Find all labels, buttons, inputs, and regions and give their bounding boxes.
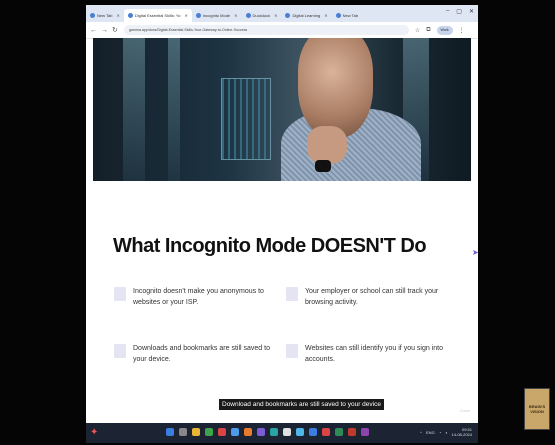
item-text: Websites can still identify you if you s…: [305, 345, 443, 363]
back-icon[interactable]: ←: [90, 27, 97, 34]
hero-image: [93, 38, 471, 181]
tab-favicon-icon: [195, 12, 201, 18]
start-menu-icon[interactable]: [166, 428, 174, 436]
slide-content: What Incognito Mode DOESN'T Do Incognito…: [93, 181, 471, 423]
tab-incognito[interactable]: Incognito Mode ✕: [192, 9, 242, 22]
wifi-icon[interactable]: ◔: [439, 430, 441, 435]
bullet-box: [114, 287, 126, 301]
item-text: Downloads and bookmarks are still saved …: [133, 345, 270, 363]
browser-window: New Tab ✕ Digital Essential Skills: Yo ✕ I…: [86, 5, 478, 423]
app-icon[interactable]: [257, 428, 265, 436]
tab-digital-learning[interactable]: Digital Learning ✕: [281, 9, 331, 22]
tab-label: Digital Essential Skills: Yo: [134, 12, 181, 18]
person-hand: [307, 126, 347, 164]
close-window-icon[interactable]: ✕: [469, 8, 474, 15]
window-controls: – ▢ ✕: [446, 8, 474, 15]
tab-label: Duckduck: [252, 12, 271, 18]
bullet-box: [114, 344, 126, 358]
tab-favicon-icon: [285, 12, 291, 18]
close-icon[interactable]: ✕: [184, 13, 187, 18]
bullet-box: [286, 287, 298, 301]
profile-button[interactable]: Work: [436, 25, 453, 35]
item-text: Incognito doesn't make you anonymous to …: [133, 288, 264, 306]
slide-title: What Incognito Mode DOESN'T Do: [113, 235, 427, 257]
bullet-box: [286, 344, 298, 358]
taskbar-apps: [166, 428, 369, 436]
mouse-cursor-icon: ➤: [472, 248, 479, 257]
file-explorer-icon[interactable]: [192, 428, 200, 436]
start-icon[interactable]: ✦: [90, 427, 98, 438]
tab-duckduck[interactable]: Duckduck ✕: [242, 9, 282, 22]
language-indicator[interactable]: ENG: [426, 430, 435, 435]
maximize-icon[interactable]: ▢: [456, 8, 462, 15]
close-icon[interactable]: ✕: [324, 13, 327, 18]
volume-icon[interactable]: ◖: [445, 430, 447, 435]
list-item: Websites can still identify you if you s…: [286, 344, 446, 365]
tab-favicon-icon: [90, 12, 95, 18]
toolbar-icons: ☆ ⧉ Work ⋮: [415, 25, 465, 35]
person-face: [298, 38, 373, 138]
camera-overlay: Zoom: [460, 399, 470, 413]
word-icon[interactable]: [309, 428, 317, 436]
app-icon[interactable]: [244, 428, 252, 436]
video-caption: Download and bookmarks are still saved t…: [219, 399, 384, 410]
tab-favicon-icon: [245, 12, 251, 18]
reload-icon[interactable]: ↻: [112, 26, 118, 34]
tab-new-tab-2[interactable]: New Tab: [332, 9, 363, 22]
camera-icon: [461, 399, 470, 407]
edge-icon[interactable]: [231, 428, 239, 436]
system-tray: ^ ENG ◔ ◖ 09:51 14-08-2024: [420, 427, 472, 437]
chrome-icon[interactable]: [205, 428, 213, 436]
app-icon[interactable]: [218, 428, 226, 436]
app-icon[interactable]: [322, 428, 330, 436]
close-icon[interactable]: ✕: [117, 13, 120, 18]
tab-new-tab[interactable]: New Tab ✕: [86, 9, 124, 22]
background-pillar: [123, 38, 145, 181]
extensions-icon[interactable]: ⧉: [426, 27, 430, 34]
tab-label: Digital Learning: [292, 12, 321, 18]
star-icon[interactable]: ☆: [415, 27, 420, 34]
close-icon[interactable]: ✕: [234, 13, 237, 18]
brand-logo: BRAIN'S VISION: [524, 388, 550, 430]
powerpoint-icon[interactable]: [348, 428, 356, 436]
close-icon[interactable]: ✕: [274, 13, 277, 18]
app-icon[interactable]: [296, 428, 304, 436]
url-input[interactable]: gamma.app/docs/Digital-Essential-Skills-…: [123, 25, 409, 35]
tab-bar: New Tab ✕ Digital Essential Skills: Yo ✕ I…: [86, 5, 478, 22]
tab-label: New Tab: [342, 12, 359, 18]
app-icon[interactable]: [283, 428, 291, 436]
tab-favicon-icon: [127, 12, 133, 18]
screen: New Tab ✕ Digital Essential Skills: Yo ✕ I…: [0, 0, 555, 445]
list-item: Downloads and bookmarks are still saved …: [114, 344, 274, 365]
taskbar: ✦ ^ ENG ◔ ◖ 09:51 14-08-2024: [86, 423, 478, 443]
holographic-chart: [221, 78, 271, 160]
tab-digital-skills[interactable]: Digital Essential Skills: Yo ✕: [123, 8, 192, 22]
minimize-icon[interactable]: –: [446, 8, 449, 15]
tab-favicon-icon: [335, 12, 341, 18]
wristwatch: [315, 160, 331, 172]
address-bar-row: ← → ↻ gamma.app/docs/Digital-Essential-S…: [86, 22, 478, 39]
tab-label: Incognito Mode: [202, 12, 231, 18]
app-icon[interactable]: [361, 428, 369, 436]
clock-date: 14-08-2024: [451, 432, 472, 437]
item-text: Your employer or school can still track …: [305, 288, 439, 306]
list-item: Incognito doesn't make you anonymous to …: [114, 287, 274, 308]
search-icon[interactable]: [179, 428, 187, 436]
tab-label: New Tab: [97, 12, 113, 18]
forward-icon[interactable]: →: [101, 27, 108, 34]
excel-icon[interactable]: [335, 428, 343, 436]
list-item: Your employer or school can still track …: [286, 287, 446, 308]
background-pillar: [168, 38, 180, 181]
camera-label: Zoom: [460, 408, 471, 413]
clock[interactable]: 09:51 14-08-2024: [452, 427, 472, 437]
menu-icon[interactable]: ⋮: [459, 27, 465, 34]
tray-chevron-icon[interactable]: ^: [420, 430, 422, 435]
app-icon[interactable]: [270, 428, 278, 436]
